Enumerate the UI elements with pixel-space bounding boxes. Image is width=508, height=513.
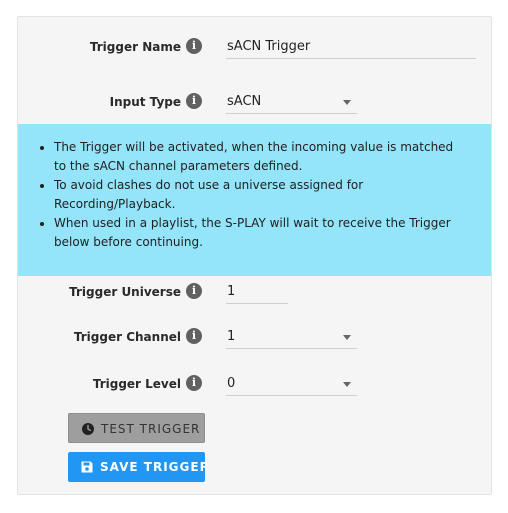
info-icon[interactable]: i [186, 328, 202, 344]
info-icon[interactable]: i [186, 93, 202, 109]
trigger-universe-label: Trigger Universe [69, 285, 181, 299]
input-type-row: Input Type i sACN [18, 88, 491, 118]
trigger-channel-value: 1 [227, 329, 236, 344]
trigger-name-label: Trigger Name [89, 40, 181, 54]
trigger-level-label: Trigger Level [92, 377, 181, 391]
trigger-name-row: Trigger Name i sACN Trigger [18, 33, 491, 63]
trigger-name-input[interactable]: sACN Trigger [226, 37, 476, 59]
trigger-name-value: sACN Trigger [227, 39, 311, 54]
save-trigger-label: SAVE TRIGGER [100, 460, 210, 474]
chevron-down-icon [343, 335, 351, 340]
input-type-select[interactable]: sACN [226, 92, 357, 114]
input-type-value: sACN [227, 94, 262, 109]
trigger-level-row: Trigger Level i 0 [18, 370, 491, 400]
info-icon[interactable]: i [186, 283, 202, 299]
clock-icon [82, 423, 94, 435]
chevron-down-icon [343, 382, 351, 387]
trigger-universe-row: Trigger Universe i 1 [18, 278, 491, 308]
notice-item: To avoid clashes do not use a universe a… [54, 176, 467, 214]
trigger-channel-label: Trigger Channel [73, 330, 181, 344]
trigger-level-value: 0 [227, 376, 236, 391]
notice-item: When used in a playlist, the S-PLAY will… [54, 214, 467, 252]
notice-item: The Trigger will be activated, when the … [54, 138, 467, 176]
trigger-universe-value: 1 [227, 284, 236, 299]
trigger-universe-input[interactable]: 1 [226, 282, 288, 304]
info-icon[interactable]: i [186, 38, 202, 54]
trigger-form-panel: Trigger Name i sACN Trigger Input Type i… [17, 16, 492, 495]
info-notice: The Trigger will be activated, when the … [18, 124, 491, 276]
floppy-disk-icon [81, 461, 93, 473]
info-icon[interactable]: i [186, 375, 202, 391]
trigger-channel-select[interactable]: 1 [226, 327, 357, 349]
save-trigger-button[interactable]: SAVE TRIGGER [68, 452, 209, 482]
test-trigger-button[interactable]: TEST TRIGGER [68, 413, 205, 443]
input-type-label: Input Type [109, 95, 181, 109]
trigger-level-select[interactable]: 0 [226, 374, 357, 396]
trigger-channel-row: Trigger Channel i 1 [18, 323, 491, 353]
chevron-down-icon [343, 100, 351, 105]
test-trigger-label: TEST TRIGGER [101, 422, 201, 436]
